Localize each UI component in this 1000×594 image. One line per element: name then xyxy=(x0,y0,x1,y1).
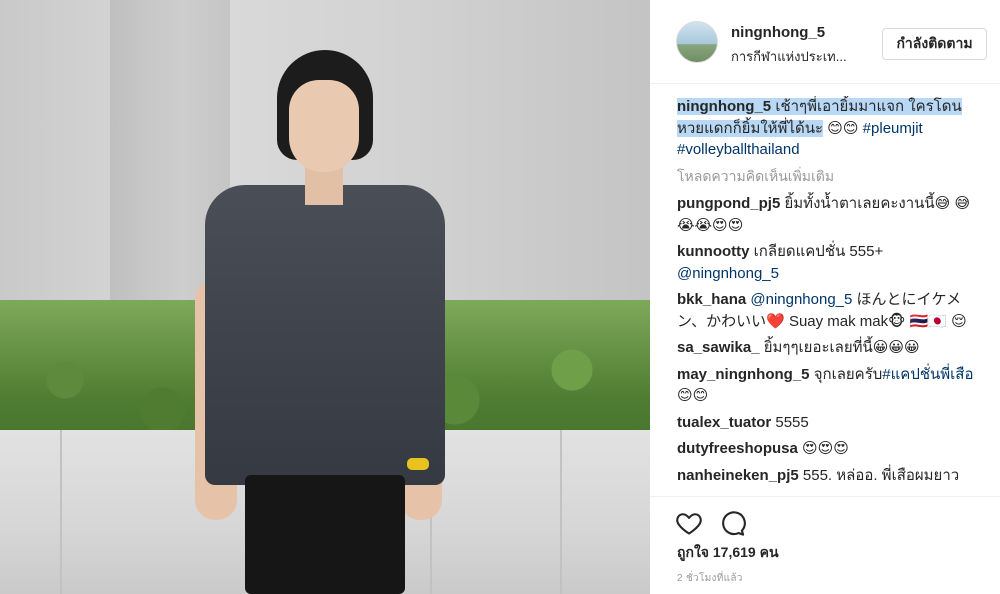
comment-text: 😍😍😍 xyxy=(802,439,849,457)
comment-username[interactable]: sa_sawika_ xyxy=(677,339,760,356)
comment-username[interactable]: pungpond_pj5 xyxy=(677,195,780,212)
comment-item: sa_sawika_ ยิ้มๆๆเยอะเลยที่นี้😀😀😀 xyxy=(677,337,987,359)
post-actions: ถูกใจ 17,619 คน 2 ชั่วโมงที่แล้ว xyxy=(650,496,1000,594)
comment-username[interactable]: may_ningnhong_5 xyxy=(677,366,810,383)
comment-username[interactable]: dutyfreeshopusa xyxy=(677,440,798,457)
comment-text: ยิ้มๆๆเยอะเลยที่นี้😀😀😀 xyxy=(763,339,920,356)
comment-item: nanheineken_pj5 555. หล่ออ. พี่เสือผมยาว xyxy=(677,465,987,487)
comment-item: dutyfreeshopusa 😍😍😍 xyxy=(677,438,987,460)
comment-text: เกลียดแคปชั่น 555+ xyxy=(753,243,884,260)
post-caption: ningnhong_5 เช้าๆพี่เอายิ้มมาแจก ใครโดน … xyxy=(677,96,987,161)
comment-item: may_ningnhong_5 จุกเลยครับ#แคปชั่นพี่เสื… xyxy=(677,364,987,407)
comment-username[interactable]: bkk_hana xyxy=(677,291,746,308)
person-pants xyxy=(245,475,405,594)
comment-bubble-icon[interactable] xyxy=(718,509,746,537)
post-header: ningnhong_5 การกีฬาแห่งประเท... กำลังติด… xyxy=(650,0,1000,84)
post-panel: ningnhong_5 การกีฬาแห่งประเท... กำลังติด… xyxy=(650,0,1000,594)
avatar[interactable] xyxy=(676,21,718,63)
caption-username[interactable]: ningnhong_5 xyxy=(677,98,771,115)
planter-seam xyxy=(560,430,562,594)
comment-item: pungpond_pj5 ยิ้มทั้งน้ำตาเลยคะงานนี้😅 😅… xyxy=(677,193,987,236)
person-shirt xyxy=(205,185,445,485)
comment-username[interactable]: nanheineken_pj5 xyxy=(677,467,799,484)
comment-item: kunnootty เกลียดแคปชั่น 555+ @ningnhong_… xyxy=(677,241,987,284)
comment-item: bkk_hana @ningnhong_5 ほんとにイケメン、かわいい❤️ Su… xyxy=(677,289,987,332)
hashtag-link[interactable]: #volleyballthailand xyxy=(677,141,800,158)
person-face xyxy=(289,80,359,172)
comments-list[interactable]: ningnhong_5 เช้าๆพี่เอายิ้มมาแจก ใครโดน … xyxy=(677,96,987,496)
post-timestamp[interactable]: 2 ชั่วโมงที่แล้ว xyxy=(677,571,743,586)
following-button[interactable]: กำลังติดตาม xyxy=(882,28,987,60)
person-wristband xyxy=(407,458,429,470)
hashtag-link[interactable]: #แคปชั่นพี่เสือ xyxy=(882,366,973,383)
comment-text: 555. หล่ออ. พี่เสือผมยาว xyxy=(802,466,960,484)
comment-emoji: 😊😊 xyxy=(677,386,709,404)
post-username[interactable]: ningnhong_5 xyxy=(731,24,825,41)
hashtag-link[interactable]: #pleumjit xyxy=(863,120,923,137)
comment-username[interactable]: tualex_tuator xyxy=(677,414,771,431)
post-photo[interactable] xyxy=(0,0,650,594)
comment-item: tualex_tuator 5555 xyxy=(677,412,987,434)
photo-person xyxy=(195,50,445,594)
caption-emoji: 😊😊 xyxy=(827,118,859,137)
comment-mention[interactable]: @ningnhong_5 xyxy=(750,291,852,308)
comment-text: 5555 xyxy=(775,413,809,431)
post-location[interactable]: การกีฬาแห่งประเท... xyxy=(731,46,847,67)
load-more-comments[interactable]: โหลดความคิดเห็นเพิ่มเติม xyxy=(677,166,987,188)
comment-username[interactable]: kunnootty xyxy=(677,243,750,260)
likes-count[interactable]: ถูกใจ 17,619 คน xyxy=(677,542,779,564)
heart-icon[interactable] xyxy=(675,509,703,537)
planter-seam xyxy=(60,430,62,594)
comment-text: จุกเลยครับ xyxy=(813,365,883,383)
comment-mention[interactable]: @ningnhong_5 xyxy=(677,265,779,282)
